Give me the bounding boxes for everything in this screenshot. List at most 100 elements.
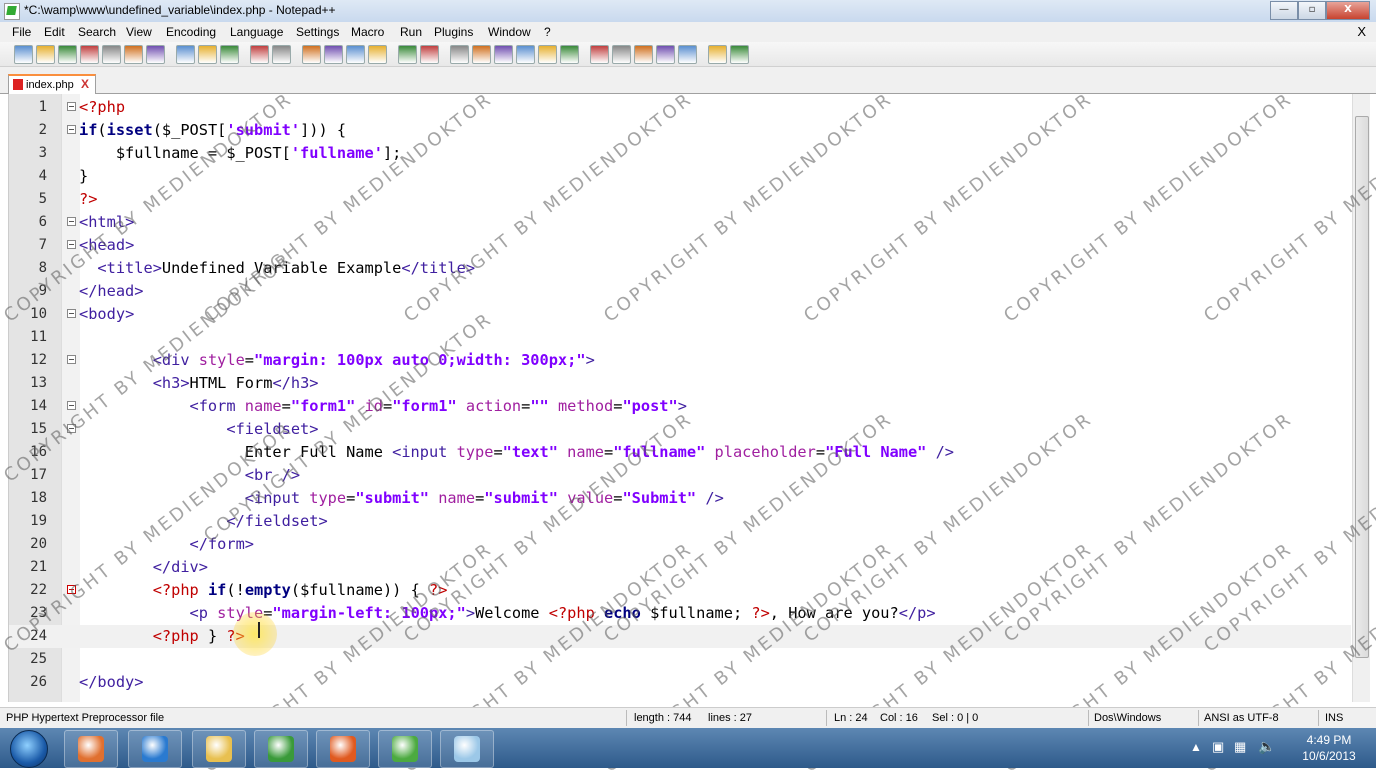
code-line[interactable]: 25	[9, 648, 1351, 671]
vertical-scrollbar[interactable]	[1352, 94, 1370, 702]
cut-icon[interactable]	[176, 45, 195, 64]
sync-h-icon[interactable]	[420, 45, 439, 64]
code-line[interactable]: 17 <br />	[9, 464, 1351, 487]
chrome-taskbar-button[interactable]	[254, 730, 308, 768]
tab-close-icon[interactable]: X	[81, 77, 89, 91]
fold-toggle-icon[interactable]	[67, 355, 76, 364]
notepad-plus-plus-taskbar-button[interactable]	[378, 730, 432, 768]
find-icon[interactable]	[302, 45, 321, 64]
indent-guide-icon[interactable]	[494, 45, 513, 64]
code-line[interactable]: 9 </head>	[9, 280, 1351, 303]
maximize-button[interactable]: ▫	[1298, 1, 1326, 20]
menu-plugins[interactable]: Plugins	[434, 25, 473, 39]
close-all-icon[interactable]	[124, 45, 143, 64]
tab-index-php[interactable]: index.php X	[8, 74, 96, 95]
tray-arrow-icon[interactable]: ▲	[1190, 740, 1202, 754]
fold-toggle-icon[interactable]	[67, 217, 76, 226]
record-macro-icon[interactable]	[590, 45, 609, 64]
lang-icon[interactable]	[516, 45, 535, 64]
network-icon[interactable]: ▦	[1234, 739, 1246, 755]
code-line[interactable]: 11	[9, 326, 1351, 349]
scrollbar-thumb[interactable]	[1355, 116, 1369, 658]
play-macro-icon[interactable]	[634, 45, 653, 64]
menu-view[interactable]: View	[126, 25, 152, 39]
internet-explorer-taskbar-button[interactable]	[128, 730, 182, 768]
code-line[interactable]: 10 <body>	[9, 303, 1351, 326]
copy-icon[interactable]	[198, 45, 217, 64]
code-line[interactable]: 22 <?php if(!empty($fullname)) { ?>	[9, 579, 1351, 602]
menu-language[interactable]: Language	[230, 25, 283, 39]
clock[interactable]: 4:49 PM 10/6/2013	[1296, 732, 1362, 764]
paste-icon[interactable]	[220, 45, 239, 64]
code-line[interactable]: 5 ?>	[9, 188, 1351, 211]
fold-toggle-icon[interactable]	[67, 125, 76, 134]
zoom-out-icon[interactable]	[368, 45, 387, 64]
run-macro-multi-icon[interactable]	[656, 45, 675, 64]
file-explorer-taskbar-button[interactable]	[192, 730, 246, 768]
code-line[interactable]: 7 <head>	[9, 234, 1351, 257]
new-file-icon[interactable]	[14, 45, 33, 64]
sync-v-icon[interactable]	[398, 45, 417, 64]
zoom-in-icon[interactable]	[346, 45, 365, 64]
stop-macro-icon[interactable]	[612, 45, 631, 64]
menu-run[interactable]: Run	[400, 25, 422, 39]
code-line[interactable]: 18 <input type="submit" name="submit" va…	[9, 487, 1351, 510]
code-line[interactable]: 3 $fullname = $_POST['fullname'];	[9, 142, 1351, 165]
menu-encoding[interactable]: Encoding	[166, 25, 216, 39]
doc-map-icon[interactable]	[560, 45, 579, 64]
code-line[interactable]: 1 <?php	[9, 96, 1351, 119]
minimize-button[interactable]: —	[1270, 1, 1298, 20]
fold-toggle-icon[interactable]	[67, 424, 76, 433]
replace-icon[interactable]	[324, 45, 343, 64]
code-editor[interactable]: 1 <?php 2 if(isset($_POST['submit'])) {3 $f…	[8, 94, 1351, 702]
close-icon[interactable]	[102, 45, 121, 64]
fold-toggle-icon[interactable]	[67, 240, 76, 249]
redo-icon[interactable]	[272, 45, 291, 64]
save-icon[interactable]	[58, 45, 77, 64]
code-line[interactable]: 24 <?php } ?>	[9, 625, 1351, 648]
menu-edit[interactable]: Edit	[44, 25, 65, 39]
code-line[interactable]: 12 <div style="margin: 100px auto 0;widt…	[9, 349, 1351, 372]
media-player-taskbar-button[interactable]	[64, 730, 118, 768]
firefox-taskbar-button[interactable]	[316, 730, 370, 768]
show-all-chars-icon[interactable]	[472, 45, 491, 64]
code-line[interactable]: 15 <fieldset>	[9, 418, 1351, 441]
code-line[interactable]: 2 if(isset($_POST['submit'])) {	[9, 119, 1351, 142]
fold-toggle-icon[interactable]	[67, 309, 76, 318]
code-line[interactable]: 14 <form name="form1" id="form1" action=…	[9, 395, 1351, 418]
menu-macro[interactable]: Macro	[351, 25, 384, 39]
code-line[interactable]: 4}	[9, 165, 1351, 188]
code-line[interactable]: 20 </form>	[9, 533, 1351, 556]
save-all-icon[interactable]	[80, 45, 99, 64]
tray-device-icon[interactable]: ▣	[1212, 739, 1224, 755]
code-line[interactable]: 16 Enter Full Name <input type="text" na…	[9, 441, 1351, 464]
code-line[interactable]: 6 <html>	[9, 211, 1351, 234]
folder-plugin-icon[interactable]	[730, 45, 749, 64]
volume-icon[interactable]: 🔈	[1258, 738, 1275, 755]
print-icon[interactable]	[146, 45, 165, 64]
fold-toggle-icon[interactable]	[67, 401, 76, 410]
menu-search[interactable]: Search	[78, 25, 116, 39]
ds-plugin-icon[interactable]	[708, 45, 727, 64]
fold-toggle-icon[interactable]	[67, 585, 76, 594]
code-line[interactable]: 13 <h3>HTML Form</h3>	[9, 372, 1351, 395]
menu-window[interactable]: Window	[488, 25, 531, 39]
close-button[interactable]: X	[1326, 1, 1370, 20]
code-line[interactable]: 26 </body>	[9, 671, 1351, 694]
save-macro-icon[interactable]	[678, 45, 697, 64]
close-document-button[interactable]: X	[1357, 24, 1366, 39]
notepad-taskbar-button[interactable]	[440, 730, 494, 768]
code-line[interactable]: 23 <p style="margin-left: 100px;">Welcom…	[9, 602, 1351, 625]
code-line[interactable]: 8 <title>Undefined Variable Example</tit…	[9, 257, 1351, 280]
start-button[interactable]	[10, 730, 48, 768]
undo-icon[interactable]	[250, 45, 269, 64]
word-wrap-icon[interactable]	[450, 45, 469, 64]
code-line[interactable]: 21 </div>	[9, 556, 1351, 579]
fold-toggle-icon[interactable]	[67, 102, 76, 111]
function-list-icon[interactable]	[538, 45, 557, 64]
menu-help[interactable]: ?	[544, 25, 551, 39]
open-file-icon[interactable]	[36, 45, 55, 64]
menu-settings[interactable]: Settings	[296, 25, 339, 39]
code-line[interactable]: 19 </fieldset>	[9, 510, 1351, 533]
menu-file[interactable]: File	[12, 25, 31, 39]
